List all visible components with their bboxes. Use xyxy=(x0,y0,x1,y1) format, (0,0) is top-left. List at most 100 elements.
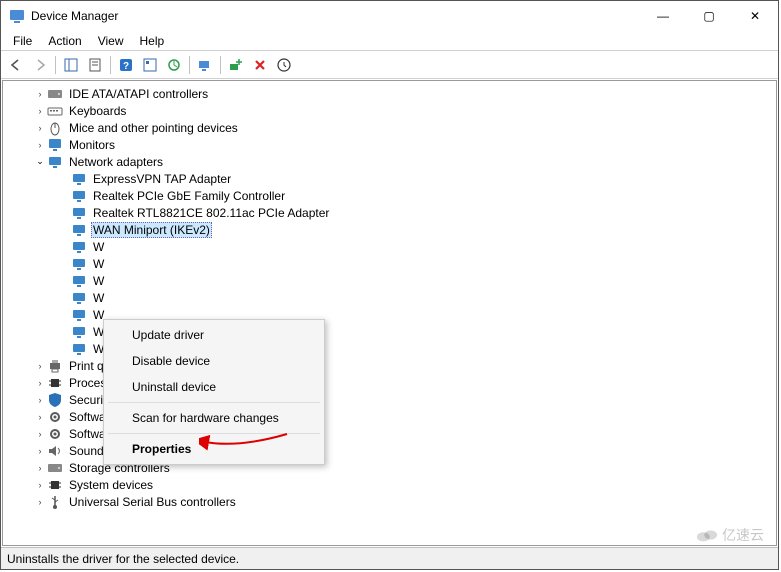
help-button[interactable]: ? xyxy=(115,54,137,76)
menu-view[interactable]: View xyxy=(90,32,132,50)
tree-item[interactable]: › Mice and other pointing devices xyxy=(3,119,776,136)
chevron-right-icon[interactable]: › xyxy=(33,104,47,118)
maximize-button[interactable]: ▢ xyxy=(686,1,732,31)
statusbar: Uninstalls the driver for the selected d… xyxy=(1,547,778,569)
menu-action[interactable]: Action xyxy=(40,32,89,50)
network-adapter-icon xyxy=(71,188,87,204)
context-properties[interactable]: Properties xyxy=(104,436,324,462)
tree-item[interactable]: › IDE ATA/ATAPI controllers xyxy=(3,85,776,102)
tree-item-label: Mice and other pointing devices xyxy=(67,121,240,135)
context-menu: Update driver Disable device Uninstall d… xyxy=(103,319,325,465)
titlebar: Device Manager — ▢ ✕ xyxy=(1,1,778,31)
tree-item-label: W xyxy=(91,240,106,254)
forward-button[interactable] xyxy=(29,54,51,76)
add-hardware-button[interactable] xyxy=(225,54,247,76)
network-adapter-icon xyxy=(71,171,87,187)
toolbar: ? xyxy=(1,51,778,79)
action-button[interactable] xyxy=(139,54,161,76)
tree-item-label: Universal Serial Bus controllers xyxy=(67,495,238,509)
monitor-icon xyxy=(47,137,63,153)
app-icon xyxy=(9,8,25,24)
disk-icon xyxy=(47,460,63,476)
network-adapter-icon xyxy=(71,290,87,306)
show-hide-tree-button[interactable] xyxy=(60,54,82,76)
chevron-right-icon[interactable]: › xyxy=(33,410,47,424)
tree-item[interactable]: Realtek PCIe GbE Family Controller xyxy=(3,187,776,204)
network-adapter-icon xyxy=(71,273,87,289)
scan-hardware-button[interactable] xyxy=(194,54,216,76)
context-scan-hardware[interactable]: Scan for hardware changes xyxy=(104,405,324,431)
chip-icon xyxy=(47,375,63,391)
context-uninstall-device[interactable]: Uninstall device xyxy=(104,374,324,400)
menubar: File Action View Help xyxy=(1,31,778,51)
chevron-right-icon[interactable]: › xyxy=(33,478,47,492)
back-button[interactable] xyxy=(5,54,27,76)
context-disable-device[interactable]: Disable device xyxy=(104,348,324,374)
tree-item[interactable]: W xyxy=(3,255,776,272)
close-button[interactable]: ✕ xyxy=(732,1,778,31)
tree-item-label: Realtek PCIe GbE Family Controller xyxy=(91,189,287,203)
tree-item-label: Keyboards xyxy=(67,104,128,118)
chevron-right-icon[interactable]: › xyxy=(33,427,47,441)
context-separator xyxy=(108,433,320,434)
tree-item-label: W xyxy=(91,291,106,305)
tree-item-label: W xyxy=(91,274,106,288)
gear-icon xyxy=(47,409,63,425)
tree-item[interactable]: WAN Miniport (IKEv2) xyxy=(3,221,776,238)
shield-icon xyxy=(47,392,63,408)
chevron-right-icon[interactable]: › xyxy=(33,376,47,390)
tree-item-label: Network adapters xyxy=(67,155,165,169)
device-manager-window: Device Manager — ▢ ✕ File Action View He… xyxy=(0,0,779,570)
tree-item[interactable]: W xyxy=(3,272,776,289)
chevron-right-icon[interactable]: › xyxy=(33,495,47,509)
tree-item[interactable]: ExpressVPN TAP Adapter xyxy=(3,170,776,187)
device-tree-panel[interactable]: › IDE ATA/ATAPI controllers › Keyboards › Mic… xyxy=(2,80,777,546)
minimize-button[interactable]: — xyxy=(640,1,686,31)
chevron-right-icon[interactable]: › xyxy=(33,87,47,101)
keyboard-icon xyxy=(47,103,63,119)
menu-file[interactable]: File xyxy=(5,32,40,50)
uninstall-button[interactable] xyxy=(249,54,271,76)
tree-item[interactable]: W xyxy=(3,289,776,306)
chevron-right-icon[interactable]: › xyxy=(33,444,47,458)
tree-item-label: Monitors xyxy=(67,138,117,152)
context-update-driver[interactable]: Update driver xyxy=(104,322,324,348)
tree-item-label: WAN Miniport (IKEv2) xyxy=(91,222,212,238)
tree-item[interactable]: Realtek RTL8821CE 802.11ac PCIe Adapter xyxy=(3,204,776,221)
window-title: Device Manager xyxy=(31,9,640,23)
tree-item[interactable]: W xyxy=(3,238,776,255)
svg-text:?: ? xyxy=(123,61,129,72)
chevron-right-icon[interactable]: › xyxy=(33,359,47,373)
tree-item[interactable]: › System devices xyxy=(3,476,776,493)
tree-item-label: IDE ATA/ATAPI controllers xyxy=(67,87,210,101)
disk-icon xyxy=(47,86,63,102)
device-button[interactable] xyxy=(273,54,295,76)
chevron-right-icon[interactable]: › xyxy=(33,393,47,407)
chip-icon xyxy=(47,477,63,493)
update-driver-button[interactable] xyxy=(163,54,185,76)
tree-item[interactable]: › Monitors xyxy=(3,136,776,153)
printer-icon xyxy=(47,358,63,374)
chevron-down-icon[interactable]: ⌄ xyxy=(33,155,47,169)
status-text: Uninstalls the driver for the selected d… xyxy=(7,552,239,566)
network-adapter-icon xyxy=(71,205,87,221)
tree-item[interactable]: › Universal Serial Bus controllers xyxy=(3,493,776,510)
chevron-right-icon[interactable]: › xyxy=(33,138,47,152)
usb-icon xyxy=(47,494,63,510)
tree-item[interactable]: › Keyboards xyxy=(3,102,776,119)
context-separator xyxy=(108,402,320,403)
chevron-right-icon[interactable]: › xyxy=(33,121,47,135)
tree-item[interactable]: ⌄ Network adapters xyxy=(3,153,776,170)
network-adapter-icon xyxy=(71,256,87,272)
mouse-icon xyxy=(47,120,63,136)
properties-button[interactable] xyxy=(84,54,106,76)
tree-item-label: W xyxy=(91,257,106,271)
network-adapter-icon xyxy=(71,324,87,340)
menu-help[interactable]: Help xyxy=(132,32,173,50)
network-adapter-icon xyxy=(71,239,87,255)
speaker-icon xyxy=(47,443,63,459)
chevron-right-icon[interactable]: › xyxy=(33,461,47,475)
tree-item-label: Realtek RTL8821CE 802.11ac PCIe Adapter xyxy=(91,206,331,220)
network-adapter-icon xyxy=(71,222,87,238)
tree-item-label: System devices xyxy=(67,478,155,492)
